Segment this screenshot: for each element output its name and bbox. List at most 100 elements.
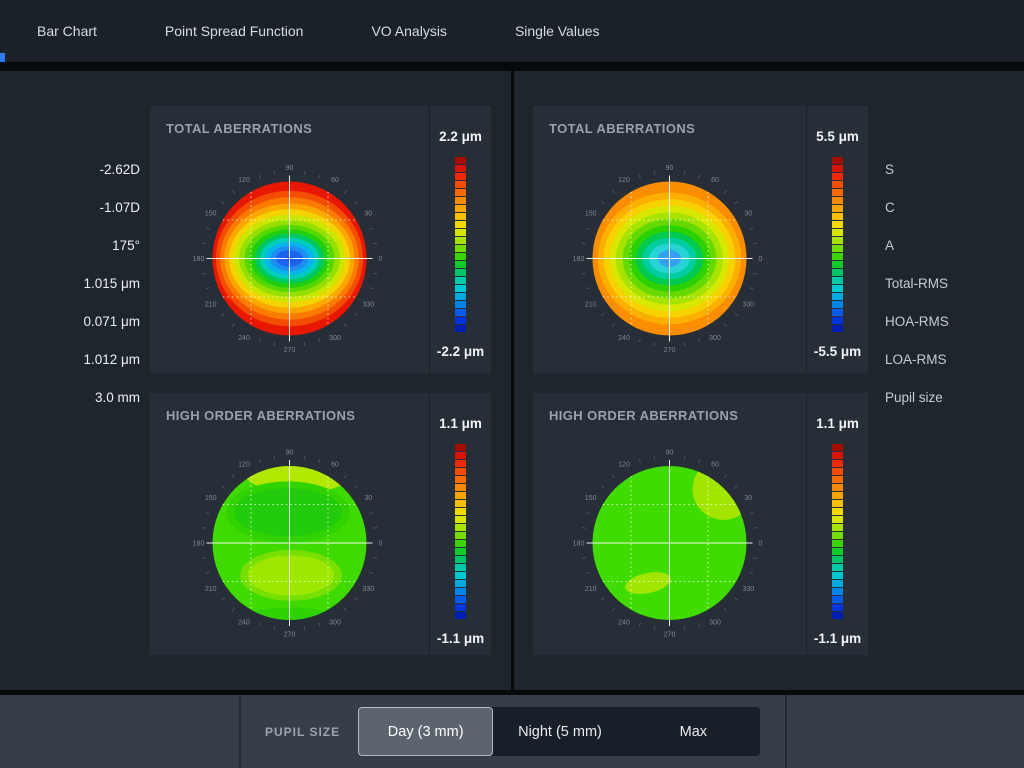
- colorbar-segment: [832, 301, 843, 308]
- colorbar-segment: [832, 189, 843, 196]
- colorbar-segment: [455, 516, 466, 523]
- colorbar-segment: [832, 604, 843, 611]
- angle-label: 210: [585, 586, 597, 593]
- colorbar-segment: [455, 309, 466, 316]
- colorbar-segment: [455, 548, 466, 555]
- measurement-label-a: A: [885, 237, 894, 255]
- scale-min-label: -1.1 μm: [437, 631, 484, 646]
- measurement-value: 3.0 mm: [95, 389, 140, 407]
- pupil-option-night-5-mm[interactable]: Night (5 mm): [493, 707, 626, 756]
- colorbar-segment: [455, 556, 466, 563]
- colorbar-segment: [455, 245, 466, 252]
- colorbar-segment: [455, 612, 466, 619]
- colorbar-segment: [455, 508, 466, 515]
- angle-label: 210: [205, 586, 217, 593]
- colorbar-segment: [832, 197, 843, 204]
- colorbar-segment: [832, 253, 843, 260]
- colorbar-segment: [832, 293, 843, 300]
- colorbar-segment: [455, 181, 466, 188]
- angle-label: 300: [709, 335, 721, 342]
- panel-title: TOTAL ABERRATIONS: [549, 121, 695, 136]
- colorbar-segment: [832, 492, 843, 499]
- angle-label: 270: [284, 632, 296, 639]
- tab-point-spread-function[interactable]: Point Spread Function: [165, 23, 304, 39]
- angle-label: 180: [573, 541, 585, 548]
- aberration-map-right-total: 0306090120150180210240270300330: [533, 106, 806, 373]
- angle-label: 150: [205, 495, 217, 502]
- angle-label: 210: [585, 302, 597, 309]
- panel-left-hoa: HIGH ORDER ABERRATIONS 03060901201501802…: [150, 393, 491, 655]
- colorbar-segment: [832, 572, 843, 579]
- colorbar-segment: [832, 452, 843, 459]
- aberration-map-left-hoa: 0306090120150180210240270300330: [150, 393, 429, 655]
- colorbar-segment: [455, 157, 466, 164]
- colorbar-segment: [455, 221, 466, 228]
- colorbar-segment: [455, 213, 466, 220]
- colorbar-segment: [832, 229, 843, 236]
- angle-label: 0: [379, 256, 383, 263]
- angle-label: 90: [666, 450, 674, 457]
- angle-label: 120: [238, 462, 250, 469]
- scale-max-label: 1.1 μm: [439, 416, 482, 431]
- angle-label: 60: [711, 462, 719, 469]
- tab-vo-analysis[interactable]: VO Analysis: [371, 23, 446, 39]
- colorbar-segment: [455, 237, 466, 244]
- colorbar-segment: [455, 317, 466, 324]
- colorbar-segment: [455, 604, 466, 611]
- colorbar-segment: [832, 524, 843, 531]
- colorbar-segment: [455, 492, 466, 499]
- colorbar-segment: [455, 253, 466, 260]
- colorbar-segment: [455, 229, 466, 236]
- colorbar-segment: [455, 580, 466, 587]
- colorbar-segment: [455, 293, 466, 300]
- measurement-label-pupil-size: Pupil size: [885, 389, 943, 407]
- measurement-value: 1.015 μm: [83, 275, 140, 293]
- angle-label: 300: [329, 619, 341, 626]
- aberration-map-right-hoa: 0306090120150180210240270300330: [533, 393, 806, 655]
- pupil-option-max[interactable]: Max: [627, 707, 760, 756]
- colorbar-segment: [832, 245, 843, 252]
- tab-bar: Bar Chart Point Spread Function VO Analysi…: [0, 0, 1024, 62]
- colorbar: [832, 444, 843, 620]
- colorbar-segment: [832, 181, 843, 188]
- colorbar-segment: [832, 157, 843, 164]
- colorbar-column: 2.2 μm -2.2 μm: [429, 106, 491, 373]
- angle-label: 30: [364, 211, 372, 218]
- colorbar-column: 1.1 μm -1.1 μm: [429, 393, 491, 655]
- pupil-size-segmented-control: Day (3 mm)Night (5 mm)Max: [358, 707, 760, 756]
- angle-label: 90: [666, 165, 674, 172]
- measurement-label-c: C: [885, 199, 895, 217]
- scale-max-label: 2.2 μm: [439, 129, 482, 144]
- angle-label: 150: [585, 495, 597, 502]
- tab-single-values[interactable]: Single Values: [515, 23, 600, 39]
- angle-label: 240: [618, 619, 630, 626]
- colorbar-segment: [832, 468, 843, 475]
- colorbar-segment: [832, 277, 843, 284]
- colorbar-segment: [832, 317, 843, 324]
- angle-label: 180: [193, 541, 205, 548]
- panel-right-hoa: HIGH ORDER ABERRATIONS 03060901201501802…: [533, 393, 868, 655]
- maps-content: -2.62D-1.07D175°1.015 μm0.071 μm1.012 μm…: [0, 71, 1024, 690]
- colorbar-segment: [832, 173, 843, 180]
- angle-label: 240: [618, 335, 630, 342]
- angle-label: 210: [205, 302, 217, 309]
- footer-bar: PUPIL SIZE Day (3 mm)Night (5 mm)Max: [0, 695, 1024, 768]
- colorbar-column: 5.5 μm -5.5 μm: [806, 106, 868, 373]
- scale-min-label: -2.2 μm: [437, 344, 484, 359]
- colorbar-segment: [455, 173, 466, 180]
- angle-label: 270: [284, 347, 296, 354]
- pupil-size-label: PUPIL SIZE: [265, 725, 340, 739]
- angle-label: 330: [362, 586, 374, 593]
- colorbar-segment: [832, 285, 843, 292]
- angle-label: 0: [379, 541, 383, 548]
- aberration-map-left-total: 0306090120150180210240270300330: [150, 106, 429, 373]
- pupil-option-day-3-mm[interactable]: Day (3 mm): [358, 707, 493, 756]
- colorbar-segment: [832, 588, 843, 595]
- colorbar-segment: [455, 165, 466, 172]
- angle-label: 150: [205, 211, 217, 218]
- footer-section-divider: [785, 695, 787, 768]
- colorbar-segment: [832, 325, 843, 332]
- tab-bar-chart[interactable]: Bar Chart: [37, 23, 97, 39]
- angle-label: 180: [573, 256, 585, 263]
- colorbar-segment: [455, 460, 466, 467]
